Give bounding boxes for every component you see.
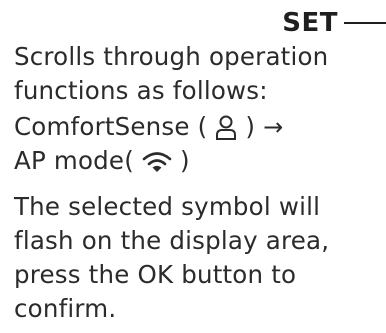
mode-list: ComfortSense ( ) → AP mode( ) <box>14 110 283 178</box>
ap-mode-label: AP mode( <box>14 146 134 175</box>
note-line-1: The selected symbol will <box>14 192 321 221</box>
set-label: SET <box>282 8 338 38</box>
note-line-4: confirm. <box>14 294 117 323</box>
comfortsense-line: ComfortSense ( ) → <box>14 110 283 144</box>
intro-text: Scrolls through operation functions as f… <box>14 40 328 108</box>
note-line-2: flash on the display area, <box>14 226 330 255</box>
arrow-icon: → <box>263 113 284 141</box>
ap-mode-close: ) <box>179 146 190 175</box>
header-rule <box>344 22 386 24</box>
intro-line-2: functions as follows: <box>14 76 268 105</box>
person-icon <box>215 115 237 141</box>
intro-line-1: Scrolls through operation <box>14 42 329 71</box>
note-line-3: press the OK button to <box>14 260 297 289</box>
ap-mode-line: AP mode( ) <box>14 144 283 178</box>
section-header: SET <box>282 6 386 40</box>
note-text: The selected symbol will flash on the di… <box>14 190 329 326</box>
wifi-icon <box>142 150 172 174</box>
comfortsense-label: ComfortSense ( <box>14 112 208 141</box>
comfortsense-close: ) <box>245 112 256 141</box>
